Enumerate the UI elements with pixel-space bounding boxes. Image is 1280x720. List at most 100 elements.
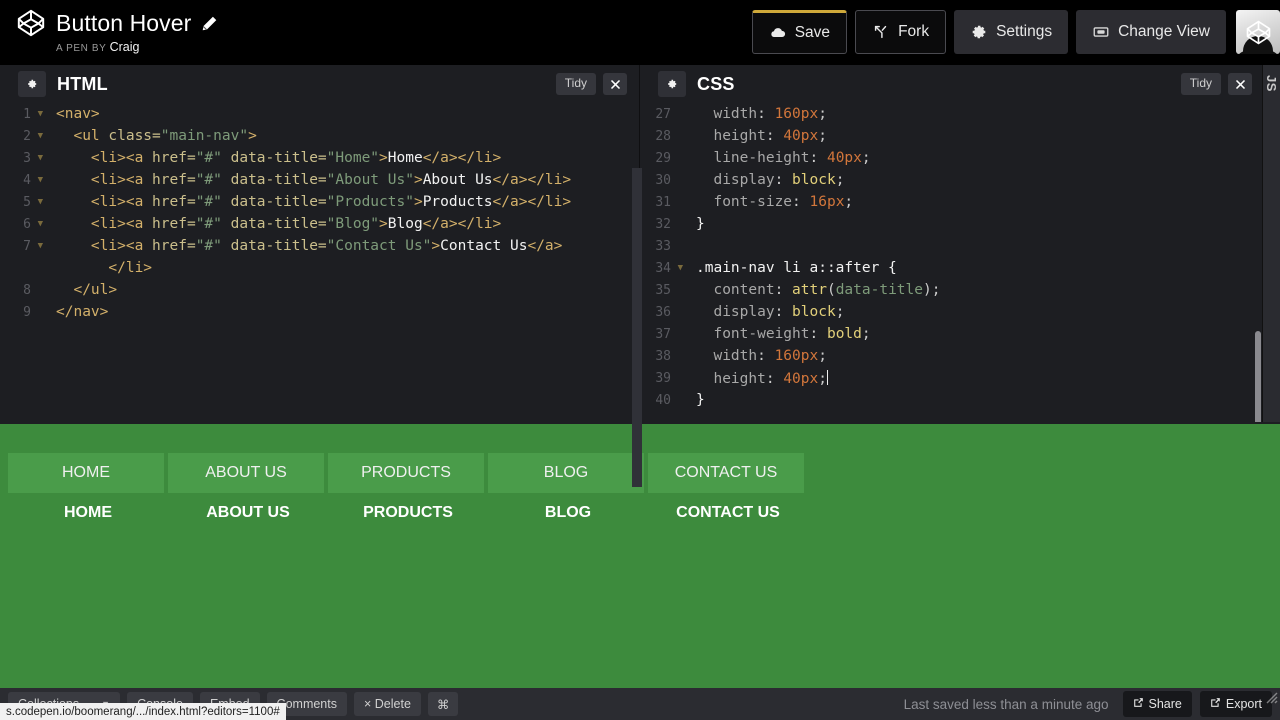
code-text: content: attr(data-title); [696,282,941,298]
line-number: 37▼ [655,326,671,342]
preview-nav-links: HOME ABOUT US PRODUCTS BLOG CONTACT US [8,453,808,493]
code-line: 28▼ height: 40px; [640,125,1264,147]
code-line: 33▼ [640,235,1264,257]
html-editor-title: HTML [57,73,108,94]
settings-button-label: Settings [996,23,1053,40]
line-number: 35▼ [655,282,671,298]
fold-arrow-icon[interactable]: ▼ [34,153,43,163]
html-code-area[interactable]: 1 ▼ <nav> 2 ▼ <ul class="main-nav"> 3 ▼ <li><a… [0,103,639,422]
js-tab-label: JS [1264,75,1279,92]
html-tidy-button[interactable]: Tidy [555,73,596,95]
code-text: display: block; [696,172,845,188]
nav-link-products[interactable]: PRODUCTS [328,453,488,493]
code-text: <li><a href="#" data-title="Home">Home</… [90,150,502,166]
nav-item: PRODUCTS [328,453,488,493]
fold-arrow-icon[interactable]: ▼ [34,197,43,207]
code-line: 3 ▼ <li><a href="#" data-title="Home">Hom… [0,147,639,169]
fork-button-label: Fork [898,23,930,40]
share-button[interactable]: Share [1122,691,1192,717]
settings-button[interactable]: Settings [954,10,1069,54]
line-number: 3 ▼ [23,150,43,166]
bottom-bar-right: Last saved less than a minute ago Share [904,691,1272,717]
code-text: font-size: 16px; [696,194,854,210]
nav-item: ABOUT US [168,453,328,493]
code-line: 4 ▼ <li><a href="#" data-title="About Us"… [0,169,639,191]
fold-arrow-icon[interactable]: ▼ [674,263,683,273]
code-text: <li><a href="#" data-title="About Us">Ab… [90,172,572,188]
line-number: 2 ▼ [23,128,43,144]
codepen-logo-icon[interactable] [16,8,46,38]
code-line: 31▼ font-size: 16px; [640,191,1264,213]
save-button-label: Save [794,24,831,41]
css-editor-header: CSS Tidy [640,65,1264,103]
fold-arrow-icon[interactable]: ▼ [34,241,43,251]
fork-button[interactable]: Fork [855,10,947,54]
nav-link-blog[interactable]: BLOG [488,453,648,493]
css-settings-gear-icon[interactable] [658,71,686,97]
code-line: 29▼ line-height: 40px; [640,147,1264,169]
status-bar-url: s.codepen.io/boomerang/.../index.html?ed… [0,703,286,720]
screen-icon [1092,23,1110,41]
line-number: 4 ▼ [23,172,43,188]
code-text: font-weight: bold; [696,326,871,342]
line-number: 38▼ [655,348,671,364]
fold-arrow-icon[interactable]: ▼ [34,131,43,141]
code-text: <li><a href="#" data-title="Blog">Blog</… [90,216,502,232]
code-line: 39▼ height: 40px; [640,367,1264,389]
gear-icon [970,23,988,41]
pen-by-label: A PEN BY [56,43,107,54]
pen-author-name[interactable]: Craig [110,40,140,54]
change-view-button-label: Change View [1118,23,1210,40]
nav-after-label: PRODUCTS [363,504,453,521]
css-editor-scrollbar[interactable] [1255,331,1261,422]
code-text: </nav> [56,304,109,320]
code-line: 2 ▼ <ul class="main-nav"> [0,125,639,147]
fold-arrow-icon[interactable]: ▼ [34,175,43,185]
change-view-button[interactable]: Change View [1076,10,1226,54]
keyboard-shortcuts-button[interactable]: ⌘ [427,692,459,716]
pen-meta: Button Hover A PEN BY Craig [0,0,218,54]
nav-link-about-us[interactable]: ABOUT US [168,453,328,493]
code-text: </ul> [73,282,118,298]
code-line: 34 ▼ .main-nav li a::after { [640,257,1264,279]
fold-arrow-icon[interactable]: ▼ [34,219,43,229]
external-link-icon [1133,697,1144,711]
nav-link-home[interactable]: HOME [8,453,168,493]
js-editor-collapsed-tab[interactable]: JS [1262,65,1280,422]
html-settings-gear-icon[interactable] [18,71,46,97]
code-line: 40▼} [640,389,1264,411]
line-number: 34 ▼ [655,260,683,276]
css-editor-pane: CSS Tidy 27▼ width: 160px;28▼ height: 40… [640,65,1264,422]
code-line: ▼ </li> [0,257,639,279]
line-number: 8▼ [23,282,31,298]
css-code-area[interactable]: 27▼ width: 160px;28▼ height: 40px;29▼ li… [640,103,1264,422]
code-line: 1 ▼ <nav> [0,103,639,125]
editor-panes: HTML Tidy 1 ▼ <nav> 2 ▼ <ul class="main-nav"… [0,65,1280,487]
code-text: height: 40px; [696,369,828,387]
pencil-icon[interactable] [201,15,218,32]
line-number: 29▼ [655,150,671,166]
nav-after-label: BLOG [544,504,592,521]
resize-grip-icon[interactable] [1262,688,1278,704]
code-text: <ul class="main-nav"> [73,128,257,144]
code-text: .main-nav li a::after { [696,260,897,276]
css-tidy-button[interactable]: Tidy [1180,73,1221,95]
last-saved-status: Last saved less than a minute ago [903,696,1109,712]
line-number: ▼ [0,264,46,273]
code-line: 30▼ display: block; [640,169,1264,191]
share-button-label: Share [1148,697,1182,711]
html-close-icon[interactable] [603,73,627,95]
editor-split-handle[interactable] [632,168,642,487]
fold-arrow-icon[interactable]: ▼ [34,109,43,119]
save-button[interactable]: Save [751,10,848,54]
nav-after-label: HOME [64,504,112,521]
code-text: <li><a href="#" data-title="Contact Us">… [90,238,563,254]
css-close-icon[interactable] [1228,73,1252,95]
user-avatar-icon[interactable] [1236,10,1280,54]
text-caret [826,369,828,385]
nav-link-contact-us[interactable]: CONTACT US [648,453,808,493]
code-line: 38▼ width: 160px; [640,345,1264,367]
delete-button[interactable]: × Delete [353,692,421,716]
code-text: line-height: 40px; [696,150,871,166]
css-editor-title: CSS [697,73,735,94]
